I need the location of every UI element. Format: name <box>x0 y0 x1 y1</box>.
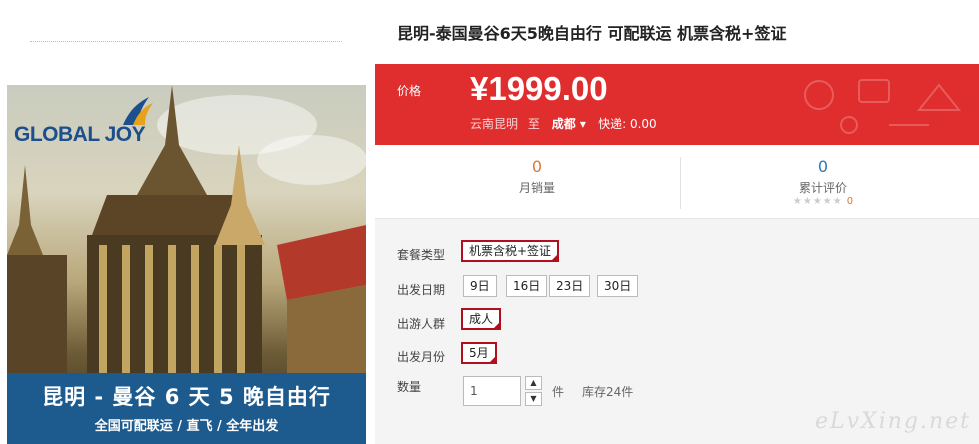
date-option-30[interactable]: 30日 <box>597 275 639 297</box>
image-banner: 昆明 - 曼谷 6 天 5 晚自由行 全国可配联运 / 直飞 / 全年出发 <box>7 373 366 444</box>
divider <box>30 41 342 42</box>
monthly-sales-label: 月销量 <box>518 181 555 195</box>
route-to: 至 <box>527 117 540 131</box>
banner-title: 昆明 - 曼谷 6 天 5 晚自由行 <box>42 385 331 409</box>
price-band: 价格 ¥1999.00 云南昆明 至 成都 ▾ 快递: 0.00 <box>375 64 979 145</box>
shipping-route: 云南昆明 至 成都 ▾ 快递: 0.00 <box>470 115 657 132</box>
destination-select[interactable]: 成都 ▾ <box>552 117 590 131</box>
left-column: GLOBAL JOY 昆明 - 曼谷 6 天 5 晚自由行 全国可配联运 / 直… <box>0 0 375 444</box>
express-fee: 快递: 0.00 <box>598 117 657 131</box>
date-option-16[interactable]: 16日 <box>506 275 548 297</box>
monthly-sales-count: 0 <box>531 157 543 176</box>
chevron-down-icon: ▾ <box>579 117 586 131</box>
title-area: 昆明-泰国曼谷6天5晚自由行 可配联运 机票含税+签证 <box>375 0 979 64</box>
options-panel: 套餐类型 机票含税+签证 出发日期 9日 16日 23日 30日 出游人群 成人… <box>375 220 979 444</box>
price-label: 价格 <box>397 84 422 98</box>
stats-row: 0 月销量 0 累计评价 ★★★★★ 0 <box>375 145 979 219</box>
reviews-label: 累计评价 <box>798 181 847 195</box>
product-image[interactable]: GLOBAL JOY 昆明 - 曼谷 6 天 5 晚自由行 全国可配联运 / 直… <box>7 85 366 444</box>
stock-count: 库存24件 <box>582 385 634 399</box>
origin-city: 云南昆明 <box>470 117 519 131</box>
quantity-label: 数量 <box>397 380 422 394</box>
month-label: 出发月份 <box>397 350 446 364</box>
destination-city: 成都 <box>551 117 576 131</box>
quantity-input[interactable]: 1 <box>463 376 521 406</box>
package-label: 套餐类型 <box>397 248 446 262</box>
date-option-9[interactable]: 9日 <box>463 275 497 297</box>
monthly-sales: 0 月销量 <box>387 157 687 196</box>
date-label: 出发日期 <box>397 283 446 297</box>
star-rating: ★★★★★ 0 <box>673 196 973 207</box>
watermark: eLvXing.net <box>814 409 971 434</box>
quantity-decrease-button[interactable]: ▼ <box>525 392 542 406</box>
package-option[interactable]: 机票含税+签证 <box>461 240 560 262</box>
reviews[interactable]: 0 累计评价 ★★★★★ 0 <box>673 157 973 207</box>
product-title: 昆明-泰国曼谷6天5晚自由行 可配联运 机票含税+签证 <box>397 24 787 43</box>
rating-count: 0 <box>846 196 854 207</box>
right-column: 昆明-泰国曼谷6天5晚自由行 可配联运 机票含税+签证 价格 ¥1999.00 … <box>375 0 979 444</box>
price-value: ¥1999.00 <box>470 70 608 107</box>
quantity-increase-button[interactable]: ▲ <box>525 376 542 390</box>
group-option[interactable]: 成人 <box>461 308 502 330</box>
month-option[interactable]: 5月 <box>461 342 497 364</box>
star-icon: ★★★★★ <box>792 196 843 207</box>
wing-logo-icon <box>123 97 153 125</box>
decorative-pattern <box>804 79 962 134</box>
date-option-23[interactable]: 23日 <box>549 275 591 297</box>
group-label: 出游人群 <box>397 317 446 331</box>
reviews-count: 0 <box>817 157 829 176</box>
quantity-unit: 件 <box>552 385 565 399</box>
banner-subtitle: 全国可配联运 / 直飞 / 全年出发 <box>94 419 279 434</box>
